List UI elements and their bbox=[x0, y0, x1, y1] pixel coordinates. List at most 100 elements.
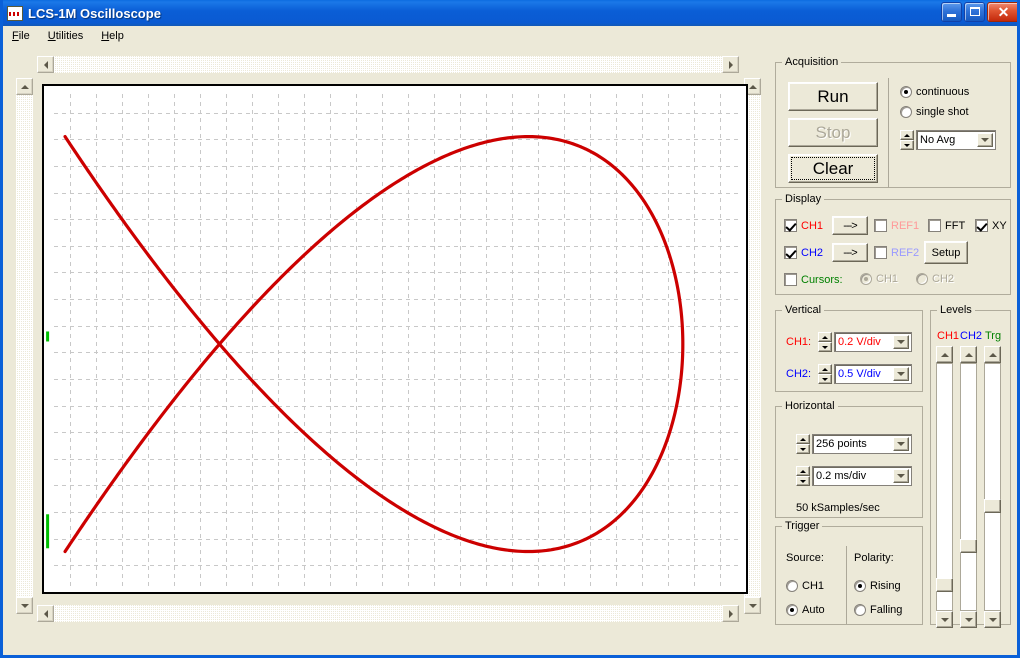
trigger-divider bbox=[846, 546, 847, 624]
points-value: 256 points bbox=[813, 438, 893, 450]
vertical-group: Vertical CH1: 0.2 V/div CH2: 0.5 V/div bbox=[775, 304, 923, 392]
chevron-up-icon bbox=[800, 438, 806, 441]
radio-trigger-auto-mark bbox=[786, 604, 798, 616]
radio-polarity-rising[interactable]: Rising bbox=[854, 580, 901, 592]
chevron-down-icon bbox=[897, 474, 905, 478]
run-button[interactable]: Run bbox=[788, 82, 878, 111]
level-trg-track[interactable] bbox=[984, 363, 1001, 611]
timebase-spinner[interactable] bbox=[796, 466, 810, 486]
vertical-ch1-value: 0.2 V/div bbox=[835, 336, 893, 348]
close-icon: ✕ bbox=[988, 3, 1019, 21]
level-ch2-track[interactable] bbox=[960, 363, 977, 611]
hscroll-bottom-track[interactable] bbox=[54, 605, 722, 622]
vertical-ch2-combo[interactable]: 0.5 V/div bbox=[834, 364, 912, 384]
minimize-button[interactable] bbox=[941, 2, 962, 22]
level-scrollbar-ch2[interactable] bbox=[960, 346, 977, 628]
average-spinner-up[interactable] bbox=[900, 130, 914, 140]
vertical-ch2-combo-arrow[interactable] bbox=[893, 367, 909, 381]
ch2-arrow-button[interactable]: ---> bbox=[832, 243, 868, 262]
vertical-ch2-spinner-up[interactable] bbox=[818, 364, 832, 374]
level-ch2-thumb[interactable] bbox=[960, 539, 977, 553]
points-combo[interactable]: 256 points bbox=[812, 434, 912, 454]
points-spinner[interactable] bbox=[796, 434, 810, 454]
menu-help[interactable]: Help bbox=[99, 29, 132, 43]
level-ch1-track[interactable] bbox=[936, 363, 953, 611]
menu-file[interactable]: FFileile bbox=[10, 29, 38, 43]
level-scrollbar-trg[interactable] bbox=[984, 346, 1001, 628]
hscroll-bottom-right-arrow[interactable] bbox=[722, 605, 739, 622]
clear-button[interactable]: Clear bbox=[788, 154, 878, 183]
setup-button[interactable]: Setup bbox=[924, 241, 968, 264]
radio-trigger-ch1[interactable]: CH1 bbox=[786, 580, 824, 592]
vertical-ch1-spinner-down[interactable] bbox=[818, 342, 832, 352]
vertical-ch2-spinner[interactable] bbox=[818, 364, 832, 384]
checkbox-ch2[interactable]: CH2 bbox=[784, 246, 823, 259]
vertical-ch1-combo-arrow[interactable] bbox=[893, 335, 909, 349]
acquisition-group: Acquisition Run Stop Clear continuous si… bbox=[775, 56, 1011, 188]
radio-single-shot[interactable]: single shot bbox=[900, 106, 969, 118]
checkbox-ch1[interactable]: CH1 bbox=[784, 219, 823, 232]
average-spinner-down[interactable] bbox=[900, 140, 914, 150]
points-spinner-up[interactable] bbox=[796, 434, 810, 444]
level-ch2-down-arrow[interactable] bbox=[960, 611, 977, 628]
level-ch1-down-arrow[interactable] bbox=[936, 611, 953, 628]
radio-single-shot-label: single shot bbox=[916, 106, 969, 118]
timebase-spinner-up[interactable] bbox=[796, 466, 810, 476]
points-combo-arrow[interactable] bbox=[893, 437, 909, 451]
close-button[interactable]: ✕ bbox=[987, 2, 1020, 22]
vertical-ch1-spinner[interactable] bbox=[818, 332, 832, 352]
vscroll-left-up-arrow[interactable] bbox=[16, 78, 33, 95]
average-spinner[interactable] bbox=[900, 130, 914, 150]
level-scrollbar-ch1[interactable] bbox=[936, 346, 953, 628]
vscroll-left-down-arrow[interactable] bbox=[16, 597, 33, 614]
radio-continuous[interactable]: continuous bbox=[900, 86, 969, 98]
chevron-up-icon bbox=[822, 368, 828, 371]
timebase-spinner-down[interactable] bbox=[796, 476, 810, 486]
timebase-combo-arrow[interactable] bbox=[893, 469, 909, 483]
checkbox-fft-label: FFT bbox=[945, 220, 965, 232]
trigger-polarity-label: Polarity: bbox=[854, 552, 894, 564]
level-trg-thumb[interactable] bbox=[984, 499, 1001, 513]
menu-utilities[interactable]: Utilities bbox=[46, 29, 91, 43]
horizontal-group: Horizontal 256 points 0.2 ms/div 50 kSam… bbox=[775, 400, 923, 518]
vscroll-right-down-arrow[interactable] bbox=[744, 597, 761, 614]
checkbox-ref2[interactable]: REF2 bbox=[874, 246, 919, 259]
maximize-button[interactable] bbox=[964, 2, 985, 22]
checkbox-fft[interactable]: FFT bbox=[928, 219, 965, 232]
average-combo[interactable]: No Avg bbox=[916, 130, 996, 150]
title-bar: LCS-1M Oscilloscope ✕ bbox=[3, 0, 1020, 26]
level-trg-down-arrow[interactable] bbox=[984, 611, 1001, 628]
checkbox-ref1[interactable]: REF1 bbox=[874, 219, 919, 232]
display-legend: Display bbox=[782, 193, 824, 205]
points-spinner-down[interactable] bbox=[796, 444, 810, 454]
chevron-down-icon bbox=[822, 378, 828, 381]
level-ch1-thumb[interactable] bbox=[936, 578, 953, 592]
average-combo-arrow[interactable] bbox=[977, 133, 993, 147]
minimize-icon bbox=[947, 14, 956, 17]
waveform-plot[interactable] bbox=[42, 84, 748, 594]
checkbox-xy[interactable]: XY bbox=[975, 219, 1007, 232]
checkbox-cursors[interactable]: Cursors: bbox=[784, 273, 843, 286]
chevron-down-icon bbox=[800, 480, 806, 483]
chevron-left-icon bbox=[44, 610, 48, 618]
level-trg-up-arrow[interactable] bbox=[984, 346, 1001, 363]
checkbox-ch2-mark bbox=[784, 246, 797, 259]
hscroll-top-right-arrow[interactable] bbox=[722, 56, 739, 73]
hscroll-top-left-arrow[interactable] bbox=[37, 56, 54, 73]
chevron-down-icon bbox=[749, 604, 757, 608]
radio-trigger-auto[interactable]: Auto bbox=[786, 604, 825, 616]
timebase-value: 0.2 ms/div bbox=[813, 470, 893, 482]
checkbox-ref1-label: REF1 bbox=[891, 220, 919, 232]
vertical-ch2-spinner-down[interactable] bbox=[818, 374, 832, 384]
vscroll-left-track[interactable] bbox=[16, 95, 33, 597]
hscroll-bottom-left-arrow[interactable] bbox=[37, 605, 54, 622]
vertical-ch1-combo[interactable]: 0.2 V/div bbox=[834, 332, 912, 352]
radio-polarity-falling[interactable]: Falling bbox=[854, 604, 902, 616]
level-ch2-up-arrow[interactable] bbox=[960, 346, 977, 363]
chevron-down-icon bbox=[897, 340, 905, 344]
vertical-ch1-spinner-up[interactable] bbox=[818, 332, 832, 342]
hscroll-top-track[interactable] bbox=[54, 56, 722, 73]
ch1-arrow-button[interactable]: ---> bbox=[832, 216, 868, 235]
level-ch1-up-arrow[interactable] bbox=[936, 346, 953, 363]
timebase-combo[interactable]: 0.2 ms/div bbox=[812, 466, 912, 486]
